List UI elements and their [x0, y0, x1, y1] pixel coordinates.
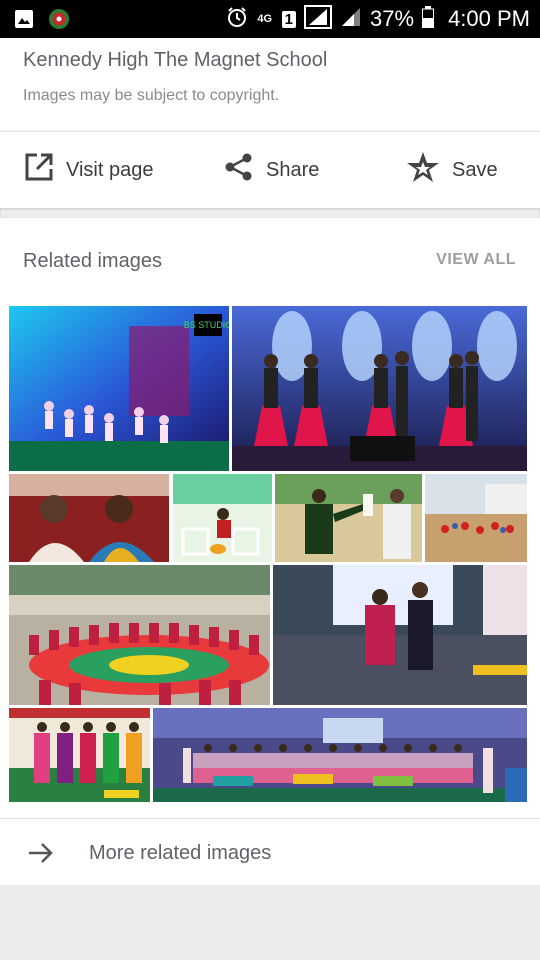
related-image-dance-performance[interactable]	[232, 306, 527, 471]
divider	[0, 818, 540, 819]
battery-percent: 37%	[370, 6, 415, 31]
arrow-right-icon	[26, 838, 56, 873]
related-image-classroom-drawing[interactable]	[173, 474, 272, 562]
visit-page-button[interactable]: Visit page	[24, 150, 153, 190]
share-label: Share	[266, 158, 320, 181]
sim-indicator: 1	[281, 10, 297, 28]
clock: 4:00 PM	[448, 6, 530, 31]
more-related-images-label: More related images	[89, 842, 272, 864]
visit-page-label: Visit page	[66, 158, 154, 181]
view-all-button[interactable]: VIEW ALL	[436, 251, 516, 269]
related-image-group-photo[interactable]	[153, 708, 527, 802]
save-button[interactable]: Save	[406, 150, 498, 190]
star-icon	[406, 150, 440, 190]
network-type: 4G	[257, 12, 273, 25]
alarm-icon	[226, 6, 248, 33]
related-image-martial-arts[interactable]	[275, 474, 422, 562]
related-images-heading: Related images	[23, 250, 162, 272]
battery-icon	[422, 5, 435, 33]
app-badge-icon	[48, 8, 70, 35]
copyright-notice: Images may be subject to copyright.	[23, 87, 280, 104]
image-icon	[14, 9, 34, 34]
section-gap	[0, 208, 540, 218]
related-image-playground[interactable]	[425, 474, 527, 562]
share-button[interactable]: Share	[224, 150, 319, 190]
related-image-women-clapping[interactable]	[9, 474, 169, 562]
save-label: Save	[452, 158, 498, 181]
divider	[0, 131, 540, 132]
source-title[interactable]: Kennedy High The Magnet School	[23, 49, 327, 72]
related-image-children-circle[interactable]	[9, 565, 270, 705]
studio-watermark: BS STUDIO	[184, 320, 229, 330]
signal-icon	[304, 4, 333, 34]
related-image-stage-dance[interactable]: BS STUDIO	[9, 306, 229, 471]
open-in-new-icon	[24, 152, 54, 188]
share-icon	[224, 152, 254, 188]
page-background	[0, 885, 540, 960]
status-bar: 4G 1 37% 4:00 PM	[0, 0, 540, 38]
related-image-traditional-dress[interactable]	[9, 708, 150, 802]
related-image-classroom-presentation[interactable]	[273, 565, 527, 705]
signal-icon	[340, 6, 362, 33]
